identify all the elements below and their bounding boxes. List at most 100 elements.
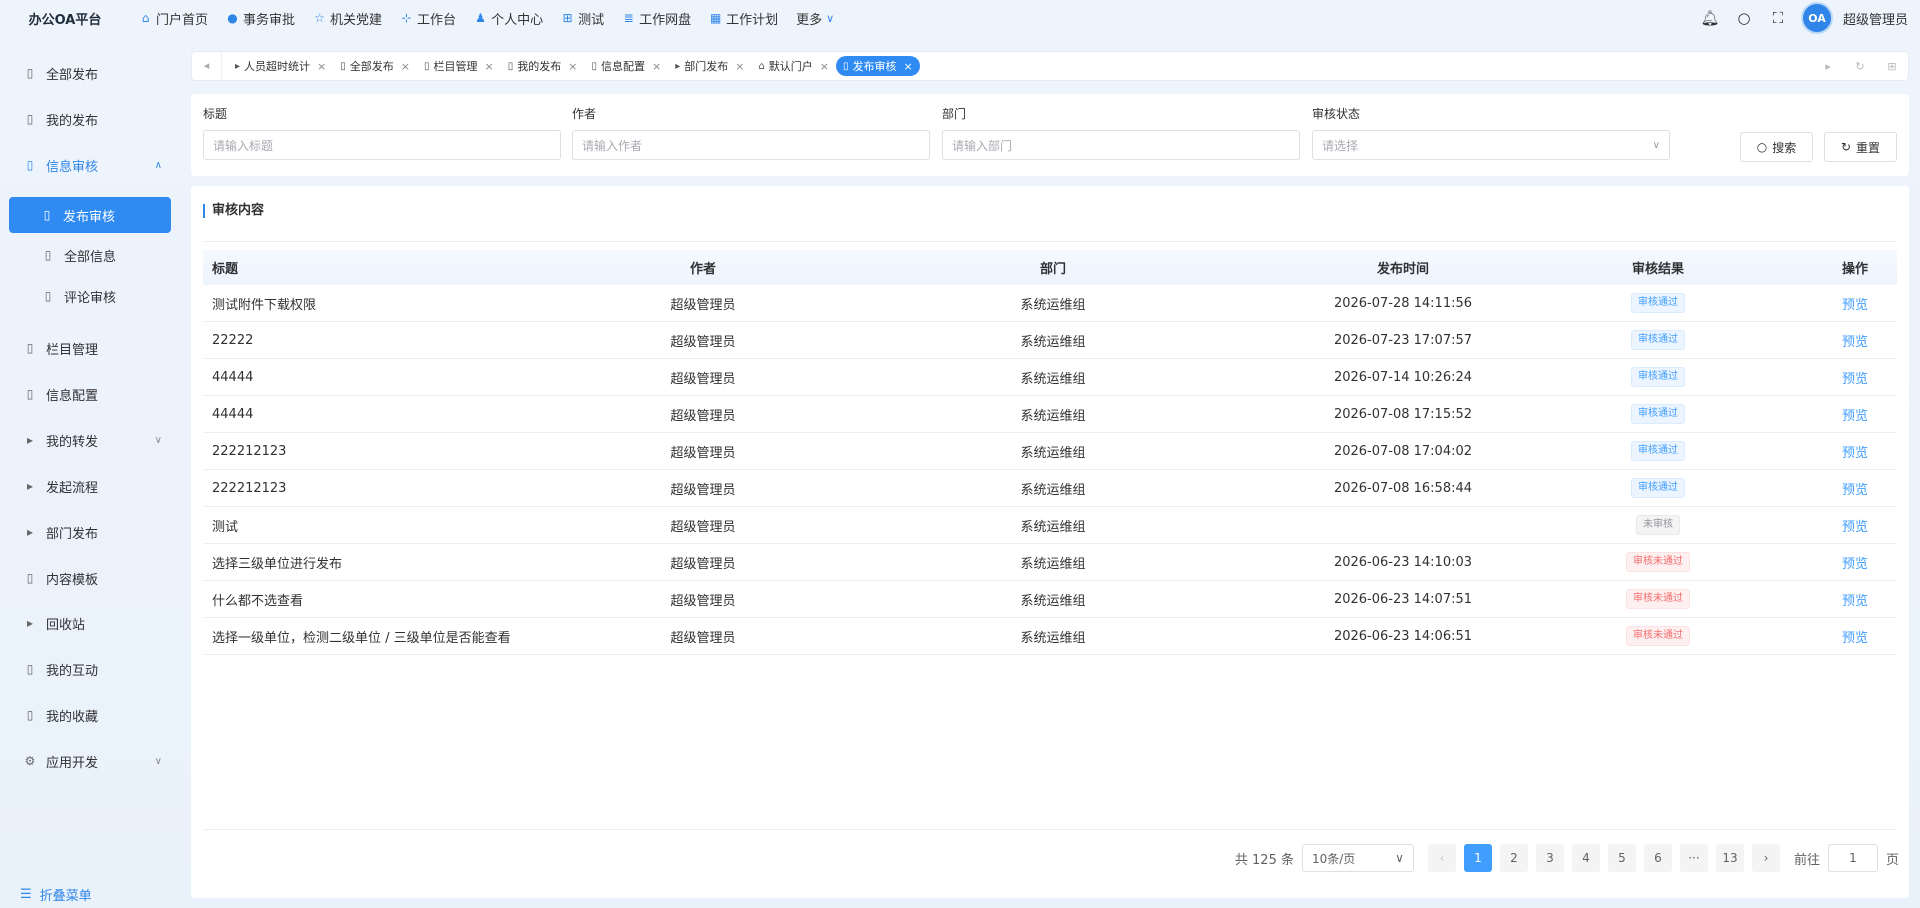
status-placeholder: 请选择 [1322, 138, 1359, 153]
sidebar-item-comment-review[interactable]: ▯ 评论审核 [10, 281, 170, 311]
sidebar-item-my-interaction[interactable]: ▯ 我的互动 [10, 654, 170, 684]
preview-link[interactable]: 预览 [1842, 594, 1868, 609]
reset-button[interactable]: ↻ 重置 [1824, 132, 1897, 162]
sidebar-item-all-publish[interactable]: ▯ 全部发布 [10, 58, 170, 88]
tab-publish-review[interactable]: ▯ 发布审核 × [836, 56, 920, 76]
author-input[interactable]: 请输入作者 [572, 130, 930, 160]
sidebar-item-info-review[interactable]: ▯ 信息审核 ∧ [10, 150, 170, 180]
refresh-icon[interactable]: ↻ [1844, 60, 1876, 73]
sidebar-item-all-info[interactable]: ▯ 全部信息 [10, 240, 170, 270]
search-button[interactable]: ○ 搜索 [1740, 132, 1813, 162]
topnav-item-drive[interactable]: ≣ 工作网盘 [622, 9, 692, 28]
page-button[interactable]: 5 [1607, 844, 1636, 872]
topnav-more[interactable]: 更多 ∨ [796, 9, 834, 28]
fullscreen-icon[interactable]: ⛶ [1761, 9, 1795, 27]
tab-dept-publish[interactable]: ▸ 部门发布 × [668, 56, 751, 76]
topnav-item-approval[interactable]: ● 事务审批 [226, 9, 295, 28]
cell-result: 审核通过 [1503, 367, 1813, 387]
topnav-item-portal[interactable]: ⌂ 门户首页 [139, 9, 208, 28]
preview-link[interactable]: 预览 [1842, 335, 1868, 350]
close-icon[interactable]: × [820, 60, 829, 73]
preview-link[interactable]: 预览 [1842, 409, 1868, 424]
cell-result: 审核通过 [1503, 330, 1813, 350]
page-button[interactable]: 6 [1643, 844, 1672, 872]
dept-input[interactable]: 请输入部门 [942, 130, 1300, 160]
user-name[interactable]: 超级管理员 [1843, 9, 1908, 28]
sidebar-item-column-manage[interactable]: ▯ 栏目管理 [10, 333, 170, 363]
tab-column-manage[interactable]: ▯ 栏目管理 × [417, 56, 501, 76]
search-button-label: 搜索 [1772, 140, 1797, 155]
document-icon: ▯ [843, 60, 849, 72]
title-input[interactable]: 请输入标题 [203, 130, 561, 160]
close-icon[interactable]: × [317, 60, 326, 73]
tab-info-config[interactable]: ▯ 信息配置 × [584, 56, 668, 76]
sidebar-item-label: 回收站 [46, 617, 86, 633]
page-button[interactable]: 4 [1571, 844, 1600, 872]
cell-action: 预览 [1813, 331, 1897, 350]
page-size-select[interactable]: 10条/页 ∨ [1301, 844, 1414, 872]
sidebar-item-start-flow[interactable]: ▸ 发起流程 [10, 471, 170, 501]
tab-default-portal[interactable]: ⌂ 默认门户 × [751, 56, 836, 76]
preview-link[interactable]: 预览 [1842, 631, 1868, 646]
table-row: 测试附件下载权限 超级管理员 系统运维组 2026-07-28 14:11:56… [203, 285, 1897, 322]
more-label: 更多 [796, 12, 823, 28]
preview-link[interactable]: 预览 [1842, 446, 1868, 461]
tab-my-publish[interactable]: ▯ 我的发布 × [501, 56, 585, 76]
tabs-scroll-left-icon[interactable]: ◂ [192, 52, 222, 80]
preview-link[interactable]: 预览 [1842, 372, 1868, 387]
sidebar-item-publish-review[interactable]: ▯ 发布审核 [9, 197, 171, 233]
bell-icon[interactable]: 🔔︎ [1693, 9, 1727, 27]
close-icon[interactable]: × [401, 60, 410, 73]
tabs-scroll-right-icon[interactable]: ▸ [1812, 60, 1844, 73]
collapse-menu-button[interactable]: ☰ 折叠菜单 [20, 885, 92, 904]
cell-dept: 系统运维组 [1020, 556, 1086, 572]
preview-link[interactable]: 预览 [1842, 298, 1868, 313]
close-icon[interactable]: × [568, 60, 577, 73]
sidebar-item-info-config[interactable]: ▯ 信息配置 [10, 379, 170, 409]
sidebar-item-my-favorites[interactable]: ▯ 我的收藏 [10, 700, 170, 730]
close-icon[interactable]: × [735, 60, 744, 73]
grid-menu-icon[interactable]: ⊞ [1876, 60, 1908, 73]
prev-page-button[interactable]: ‹ [1427, 844, 1456, 872]
refresh-icon: ↻ [1840, 140, 1852, 154]
author-placeholder: 请输入作者 [582, 138, 643, 153]
page-button[interactable]: 1 [1463, 844, 1492, 872]
next-page-button[interactable]: › [1751, 844, 1780, 872]
status-select[interactable]: 请选择 ∨ [1312, 130, 1670, 160]
preview-link[interactable]: 预览 [1842, 557, 1868, 572]
topnav-item-workbench[interactable]: ⊹ 工作台 [400, 9, 457, 28]
close-icon[interactable]: × [652, 60, 661, 73]
sidebar-item-dept-publish[interactable]: ▸ 部门发布 [10, 517, 170, 547]
avatar[interactable]: OA [1800, 2, 1833, 34]
close-icon[interactable]: × [904, 60, 913, 73]
sidebar-item-recycle-bin[interactable]: ▸ 回收站 [10, 608, 170, 638]
page-button[interactable]: 3 [1535, 844, 1564, 872]
caret-right-icon: ▸ [26, 433, 34, 447]
goto-page-input[interactable]: 1 [1827, 844, 1878, 872]
gear-icon: ⚙ [24, 754, 36, 768]
status-badge: 审核通过 [1631, 330, 1685, 350]
sidebar-item-label: 栏目管理 [46, 342, 99, 358]
preview-link[interactable]: 预览 [1842, 520, 1868, 535]
topnav-item-plan[interactable]: ▦ 工作计划 [709, 9, 778, 28]
table-row: 什么都不选查看 超级管理员 系统运维组 2026-06-23 14:07:51 … [203, 581, 1897, 618]
search-icon[interactable]: ○ [1727, 9, 1761, 27]
sidebar-item-app-dev[interactable]: ⚙ 应用开发 ∨ [10, 746, 170, 776]
sidebar-item-content-template[interactable]: ▯ 内容模板 [10, 563, 170, 593]
tab-overtime-stats[interactable]: ▸ 人员超时统计 × [228, 56, 333, 76]
page-button[interactable]: 2 [1499, 844, 1528, 872]
document-icon: ▯ [26, 66, 34, 80]
calendar-icon: ▦ [709, 11, 722, 25]
topnav-item-party[interactable]: ☆ 机关党建 [313, 9, 382, 28]
topnav-item-test[interactable]: ⊞ 测试 [561, 9, 605, 28]
tab-all-publish[interactable]: ▯ 全部发布 × [333, 56, 417, 76]
close-icon[interactable]: × [485, 60, 494, 73]
page-button[interactable]: 13 [1715, 844, 1744, 872]
page-ellipsis-button[interactable]: ··· [1679, 844, 1708, 872]
sidebar-item-label: 信息审核 [46, 159, 99, 175]
preview-link[interactable]: 预览 [1842, 483, 1868, 498]
sidebar-item-my-publish[interactable]: ▯ 我的发布 [10, 104, 170, 134]
topnav-item-personal[interactable]: ♟ 个人中心 [474, 9, 543, 28]
home-icon: ⌂ [141, 11, 150, 25]
sidebar-item-my-forward[interactable]: ▸ 我的转发 ∨ [10, 425, 170, 455]
